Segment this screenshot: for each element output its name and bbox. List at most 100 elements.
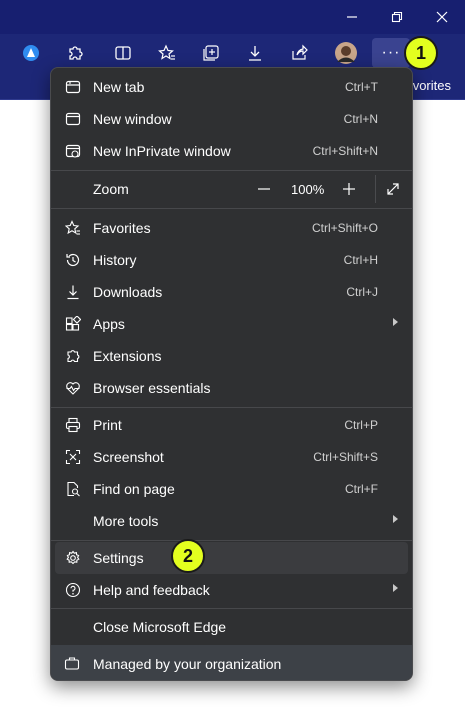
split-screen-icon	[115, 46, 131, 60]
new-window-shortcut: Ctrl+N	[343, 112, 378, 126]
new-tab-icon	[64, 78, 82, 96]
menu-item-new-inprivate-window[interactable]: New InPrivate window Ctrl+Shift+N	[55, 135, 408, 167]
menu-item-favorites[interactable]: Favorites Ctrl+Shift+O	[55, 212, 408, 244]
menu-item-more-tools[interactable]: More tools	[55, 505, 408, 537]
menu-item-apps[interactable]: Apps	[55, 308, 408, 340]
minus-icon	[258, 188, 270, 190]
menu-divider	[51, 208, 412, 209]
gear-icon	[64, 549, 82, 567]
zoom-divider	[375, 175, 376, 203]
new-inprivate-label: New InPrivate window	[93, 143, 231, 159]
menu-divider	[51, 407, 412, 408]
full-screen-button[interactable]	[382, 179, 404, 199]
minimize-button[interactable]	[338, 5, 366, 29]
profile-avatar	[335, 42, 357, 64]
print-label: Print	[93, 417, 122, 433]
menu-item-settings[interactable]: Settings	[55, 542, 408, 574]
plus-icon	[343, 183, 355, 195]
more-tools-label: More tools	[93, 513, 159, 529]
full-screen-icon	[387, 183, 399, 195]
copilot-button[interactable]	[16, 38, 46, 68]
menu-item-print[interactable]: Print Ctrl+P	[55, 409, 408, 441]
menu-item-downloads[interactable]: Downloads Ctrl+J	[55, 276, 408, 308]
downloads-shortcut: Ctrl+J	[346, 285, 378, 299]
menu-item-screenshot[interactable]: Screenshot Ctrl+Shift+S	[55, 441, 408, 473]
new-tab-shortcut: Ctrl+T	[345, 80, 378, 94]
restore-button[interactable]	[383, 5, 411, 29]
copilot-icon	[23, 45, 39, 61]
briefcase-icon	[64, 655, 82, 673]
favorites-icon	[158, 44, 175, 60]
download-icon	[64, 283, 82, 301]
profile-button[interactable]	[331, 38, 361, 68]
collections-button[interactable]	[196, 38, 226, 68]
menu-item-new-window[interactable]: New window Ctrl+N	[55, 103, 408, 135]
new-inprivate-shortcut: Ctrl+Shift+N	[312, 144, 378, 158]
menu-item-extensions[interactable]: Extensions	[55, 340, 408, 372]
menu-divider	[51, 170, 412, 171]
new-window-label: New window	[93, 111, 172, 127]
screenshot-label: Screenshot	[93, 449, 164, 465]
puzzle-icon	[64, 347, 82, 365]
menu-item-help-and-feedback[interactable]: Help and feedback	[55, 574, 408, 606]
browser-essentials-label: Browser essentials	[93, 380, 211, 396]
chevron-right-icon	[393, 584, 398, 592]
more-icon: ···	[381, 44, 401, 61]
step-badge-1: 1	[404, 36, 438, 70]
split-screen-button[interactable]	[108, 38, 138, 68]
printer-icon	[64, 416, 82, 434]
menu-divider	[51, 540, 412, 541]
collections-icon	[203, 45, 219, 61]
chevron-right-icon	[393, 515, 398, 523]
title-bar	[0, 0, 465, 34]
apps-label: Apps	[93, 316, 125, 332]
screenshot-shortcut: Ctrl+Shift+S	[313, 450, 378, 464]
apps-icon	[64, 315, 82, 333]
close-window-button[interactable]	[428, 5, 456, 29]
share-button[interactable]	[284, 38, 314, 68]
new-tab-label: New tab	[93, 79, 145, 95]
history-label: History	[93, 252, 137, 268]
managed-label: Managed by your organization	[93, 656, 282, 672]
zoom-out-button[interactable]	[253, 179, 275, 199]
help-icon	[64, 581, 82, 599]
managed-by-organization[interactable]: Managed by your organization	[51, 645, 412, 680]
zoom-in-button[interactable]	[338, 179, 360, 199]
heart-pulse-icon	[64, 379, 82, 397]
settings-label: Settings	[93, 550, 144, 566]
inprivate-icon	[64, 142, 82, 160]
help-and-feedback-label: Help and feedback	[93, 582, 210, 598]
extensions-label: Extensions	[93, 348, 162, 364]
menu-item-find-on-page[interactable]: Find on page Ctrl+F	[55, 473, 408, 505]
close-icon	[436, 11, 448, 23]
downloads-label: Downloads	[93, 284, 163, 300]
menu-item-browser-essentials[interactable]: Browser essentials	[55, 372, 408, 404]
new-window-icon	[64, 110, 82, 128]
downloads-icon	[249, 46, 261, 61]
menu-item-history[interactable]: History Ctrl+H	[55, 244, 408, 276]
close-edge-label: Close Microsoft Edge	[93, 619, 227, 635]
menu-item-close-edge[interactable]: Close Microsoft Edge	[55, 611, 408, 643]
restore-icon	[391, 11, 403, 23]
share-icon	[292, 44, 308, 60]
find-on-page-label: Find on page	[93, 481, 175, 497]
menu-item-zoom: Zoom 100%	[55, 173, 408, 205]
extensions-button[interactable]	[60, 38, 90, 68]
favorites-shortcut: Ctrl+Shift+O	[311, 221, 378, 235]
history-icon	[64, 251, 82, 269]
downloads-button[interactable]	[240, 38, 270, 68]
screenshot-icon	[64, 448, 82, 466]
find-page-icon	[64, 480, 82, 498]
zoom-label: Zoom	[93, 181, 129, 197]
step-badge-2: 2	[171, 539, 205, 573]
settings-and-more-menu: New tab Ctrl+T New window Ctrl+N New InP…	[50, 67, 413, 681]
menu-item-new-tab[interactable]: New tab Ctrl+T	[55, 71, 408, 103]
print-shortcut: Ctrl+P	[344, 418, 378, 432]
menu-divider	[51, 608, 412, 609]
chevron-right-icon	[393, 318, 398, 326]
history-shortcut: Ctrl+H	[343, 253, 378, 267]
favorites-button[interactable]	[152, 38, 182, 68]
minimize-icon	[347, 16, 357, 18]
extensions-icon	[69, 46, 83, 60]
favorites-label: Favorites	[93, 220, 151, 236]
